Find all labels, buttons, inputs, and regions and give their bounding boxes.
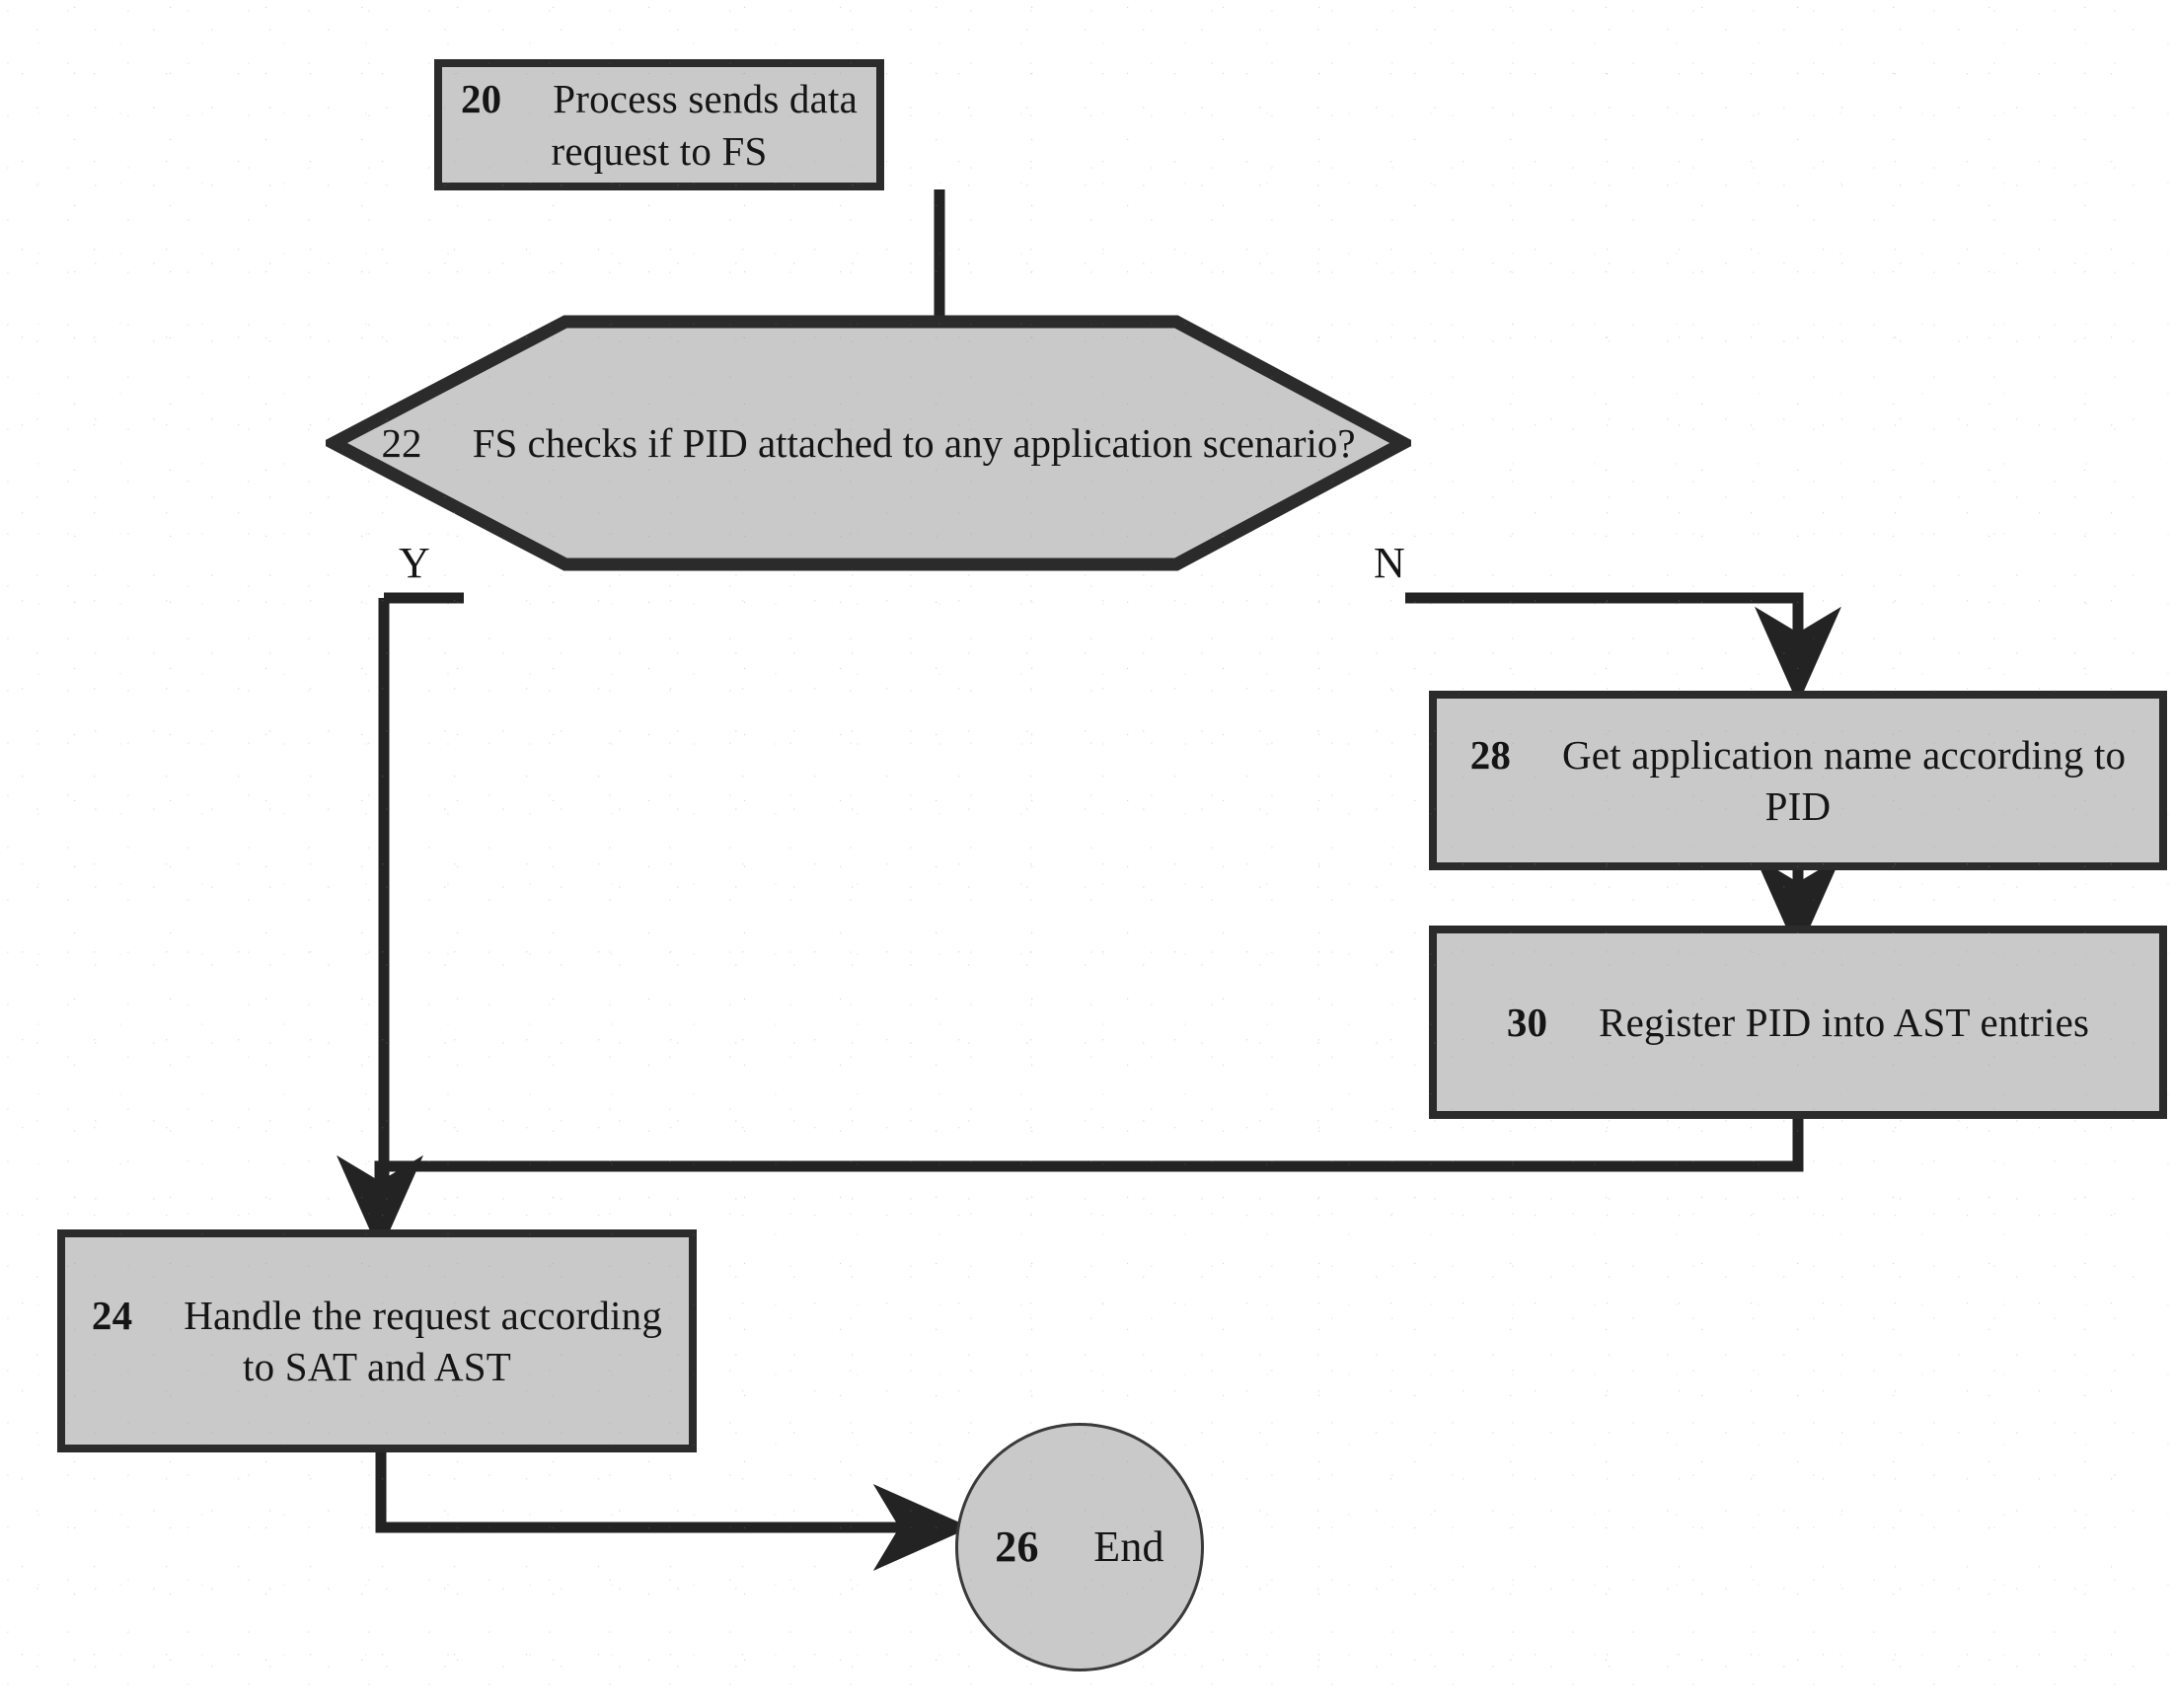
flow-node-22-label: 22 FS checks if PID attached to any appl… — [326, 314, 1411, 572]
flow-node-28-number: 28 — [1469, 731, 1552, 778]
flow-node-20-number: 20 — [460, 76, 543, 122]
edge-label-yes: Y — [399, 539, 430, 587]
flow-node-28-label: 28 Get application name according to PID — [1437, 729, 2159, 833]
edge-label-no: N — [1374, 539, 1405, 587]
flow-node-24-number: 24 — [91, 1292, 174, 1338]
flow-node-20-label: 20 Process sends data request to FS — [442, 73, 876, 177]
flow-node-24-text: Handle the request according to SAT and … — [184, 1292, 663, 1389]
flow-node-20-line1: Process sends data request to FS — [551, 76, 859, 174]
flowchart-canvas: 20 Process sends data request to FS 22 F… — [0, 0, 2173, 1708]
flow-node-30-text: Register PID into AST entries — [1599, 999, 2090, 1045]
flow-node-28-text: Get application name according to PID — [1561, 731, 2127, 829]
flow-node-30-label: 30 Register PID into AST entries — [1493, 997, 2103, 1048]
edge-22-to-28 — [1405, 592, 1841, 705]
flow-node-26-label: 26 End — [981, 1520, 1178, 1575]
flow-node-30[interactable]: 30 Register PID into AST entries — [1429, 926, 2167, 1119]
flow-node-26-number: 26 — [995, 1522, 1084, 1571]
flow-node-28[interactable]: 28 Get application name according to PID — [1429, 691, 2167, 870]
edge-30-to-24 — [337, 1117, 1804, 1253]
flow-node-26[interactable]: 26 End — [955, 1423, 1204, 1671]
flow-node-22[interactable]: 22 FS checks if PID attached to any appl… — [326, 314, 1411, 572]
flow-node-26-text: End — [1093, 1522, 1164, 1571]
flow-node-24-label: 24 Handle the request according to SAT a… — [65, 1290, 689, 1393]
flow-node-22-number: 22 — [381, 420, 463, 466]
edge-24-to-26 — [375, 1448, 971, 1571]
flow-node-22-text: FS checks if PID attached to any applica… — [472, 420, 1356, 466]
flow-node-24[interactable]: 24 Handle the request according to SAT a… — [57, 1229, 697, 1452]
flow-node-20[interactable]: 20 Process sends data request to FS — [434, 59, 884, 190]
flow-node-30-number: 30 — [1506, 999, 1589, 1045]
